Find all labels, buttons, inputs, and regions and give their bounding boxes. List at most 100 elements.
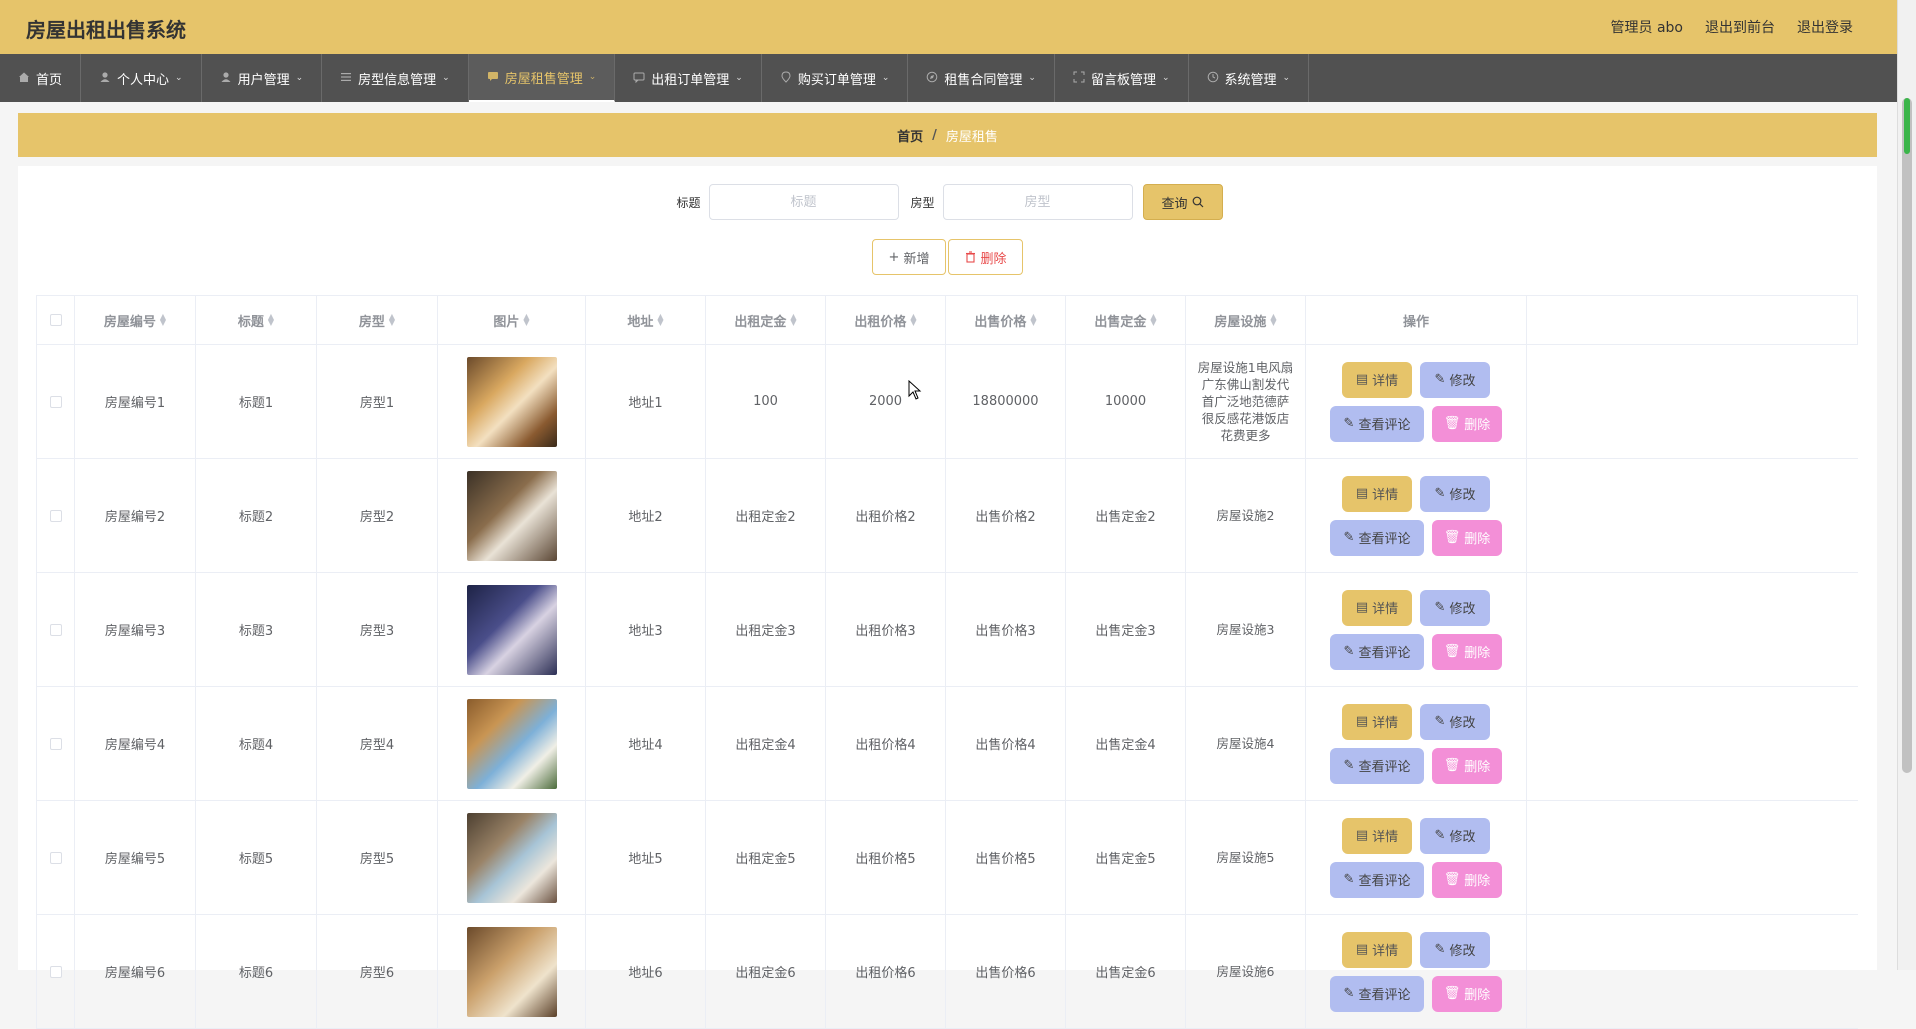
row-delete-button[interactable]: 🗑 删除: [1432, 405, 1502, 442]
sort-icon[interactable]: ▲ ▼: [389, 313, 395, 327]
scrollbar-thumb[interactable]: [1902, 98, 1912, 773]
row-checkbox[interactable]: [49, 395, 62, 408]
house-photo[interactable]: [466, 926, 557, 1017]
row-checkbox[interactable]: [49, 509, 62, 522]
image-cell: [438, 345, 586, 458]
column-header[interactable]: 房屋设施 ▲ ▼: [1186, 296, 1306, 344]
view-reviews-button[interactable]: ✎ 查看评论: [1330, 975, 1424, 1012]
detail-button[interactable]: ▤ 详情: [1342, 703, 1412, 740]
detail-button[interactable]: ▤ 详情: [1342, 817, 1412, 854]
sort-icon[interactable]: ▲ ▼: [1030, 313, 1036, 327]
edit-label: 修改: [1449, 716, 1476, 731]
nav-label: 系统管理: [1224, 72, 1277, 88]
row-delete-button[interactable]: 🗑 删除: [1432, 519, 1502, 556]
app-title: 房屋出租出售系统: [26, 18, 186, 42]
sort-icon[interactable]: ▲ ▼: [523, 313, 529, 327]
sort-icon[interactable]: ▲ ▼: [160, 313, 166, 327]
row-actions: ▤ 详情 ✎ 修改 ✎ 查看评论 🗑 删除: [1306, 345, 1527, 458]
house-photo[interactable]: [466, 698, 557, 789]
title-search-input[interactable]: [708, 184, 899, 220]
image-cell: [438, 573, 586, 686]
house-photo[interactable]: [466, 812, 557, 903]
house-photo[interactable]: [466, 356, 557, 447]
nav-item-5[interactable]: 出租订单管理 ⌄: [615, 54, 762, 102]
column-header-label: 标题: [237, 314, 264, 330]
scrollbar[interactable]: [1897, 0, 1916, 970]
trash-icon: 🗑: [1443, 530, 1461, 545]
sort-icon[interactable]: ▲ ▼: [790, 313, 796, 327]
column-header[interactable]: 出租定金 ▲ ▼: [706, 296, 826, 344]
exit-to-front-link[interactable]: 退出到前台: [1705, 17, 1775, 37]
nav-item-8[interactable]: 留言板管理 ⌄: [1055, 54, 1189, 102]
view-reviews-button[interactable]: ✎ 查看评论: [1330, 861, 1424, 898]
breadcrumb-separator: /: [932, 127, 937, 143]
detail-button[interactable]: ▤ 详情: [1342, 475, 1412, 512]
type-search-input[interactable]: [942, 184, 1133, 220]
edit-button[interactable]: ✎ 修改: [1420, 589, 1490, 626]
logout-link[interactable]: 退出登录: [1797, 17, 1853, 37]
cell-text: 出租价格6: [855, 966, 916, 981]
select-all-checkbox[interactable]: [49, 314, 62, 326]
add-button[interactable]: + 新增: [871, 239, 947, 275]
column-header[interactable]: 房屋编号 ▲ ▼: [75, 296, 196, 344]
view-reviews-button[interactable]: ✎ 查看评论: [1330, 519, 1424, 556]
edit-button[interactable]: ✎ 修改: [1420, 703, 1490, 740]
row-checkbox[interactable]: [49, 965, 62, 978]
sort-icon[interactable]: ▲ ▼: [1150, 313, 1156, 327]
cell-address: 地址3: [586, 573, 706, 686]
nav-item-7[interactable]: 租售合同管理 ⌄: [908, 54, 1055, 102]
query-button[interactable]: 查询: [1142, 184, 1223, 220]
column-header[interactable]: 标题 ▲ ▼: [196, 296, 317, 344]
frame-icon: [1073, 71, 1085, 86]
row-delete-button[interactable]: 🗑 删除: [1432, 975, 1502, 1012]
detail-button[interactable]: ▤ 详情: [1342, 361, 1412, 398]
column-header-label: 图片: [493, 314, 520, 330]
edit-button[interactable]: ✎ 修改: [1420, 817, 1490, 854]
nav-item-9[interactable]: 系统管理 ⌄: [1189, 54, 1310, 102]
column-header[interactable]: 地址 ▲ ▼: [586, 296, 706, 344]
cell-sale-price: 出售价格3: [946, 573, 1066, 686]
row-delete-button[interactable]: 🗑 删除: [1432, 633, 1502, 670]
column-header[interactable]: 出租价格 ▲ ▼: [826, 296, 946, 344]
breadcrumb-home[interactable]: 首页: [897, 126, 923, 145]
edit-button[interactable]: ✎ 修改: [1420, 931, 1490, 968]
cell-text: 10000: [1104, 394, 1147, 409]
cell-rent-price: 出租价格2: [826, 459, 946, 572]
remove-label: 删除: [1464, 646, 1491, 661]
nav-item-4[interactable]: 房屋租售管理 ⌄: [468, 54, 616, 102]
view-reviews-button[interactable]: ✎ 查看评论: [1330, 405, 1424, 442]
sort-icon[interactable]: ▲ ▼: [657, 313, 663, 327]
title-label: 标题: [676, 195, 701, 210]
nav-item-6[interactable]: 购买订单管理 ⌄: [762, 54, 909, 102]
column-header[interactable]: 房型 ▲ ▼: [317, 296, 438, 344]
column-header[interactable]: 出售价格 ▲ ▼: [946, 296, 1066, 344]
table-body: 房屋编号1 标题1 房型1 地址1 100 2000 18800000 10000 房屋设施1电…: [36, 345, 1858, 1029]
house-photo[interactable]: [466, 470, 557, 561]
detail-button[interactable]: ▤ 详情: [1342, 931, 1412, 968]
sort-icon[interactable]: ▲ ▼: [1270, 313, 1276, 327]
bulk-delete-button[interactable]: 删除: [948, 239, 1024, 275]
nav-item-0[interactable]: 首页: [0, 54, 82, 102]
nav-item-3[interactable]: 房型信息管理 ⌄: [322, 54, 469, 102]
chevron-down-icon: ⌄: [588, 72, 597, 82]
row-delete-button[interactable]: 🗑 删除: [1432, 747, 1502, 784]
row-checkbox[interactable]: [49, 737, 62, 750]
house-photo[interactable]: [466, 584, 557, 675]
sort-icon[interactable]: ▲ ▼: [268, 313, 274, 327]
nav-item-2[interactable]: 用户管理 ⌄: [202, 54, 323, 102]
cell-text: 房屋编号2: [104, 510, 166, 525]
row-checkbox[interactable]: [49, 623, 62, 636]
detail-label: 详情: [1372, 830, 1399, 845]
view-reviews-button[interactable]: ✎ 查看评论: [1330, 633, 1424, 670]
scrollbar-grip[interactable]: [1904, 98, 1910, 154]
edit-button[interactable]: ✎ 修改: [1420, 361, 1490, 398]
column-header[interactable]: 出售定金 ▲ ▼: [1066, 296, 1186, 344]
row-delete-button[interactable]: 🗑 删除: [1432, 861, 1502, 898]
sort-icon[interactable]: ▲ ▼: [910, 313, 916, 327]
column-header[interactable]: 图片 ▲ ▼: [438, 296, 586, 344]
view-reviews-button[interactable]: ✎ 查看评论: [1330, 747, 1424, 784]
row-checkbox[interactable]: [49, 851, 62, 864]
nav-item-1[interactable]: 个人中心 ⌄: [81, 54, 202, 102]
edit-button[interactable]: ✎ 修改: [1420, 475, 1490, 512]
detail-button[interactable]: ▤ 详情: [1342, 589, 1412, 626]
